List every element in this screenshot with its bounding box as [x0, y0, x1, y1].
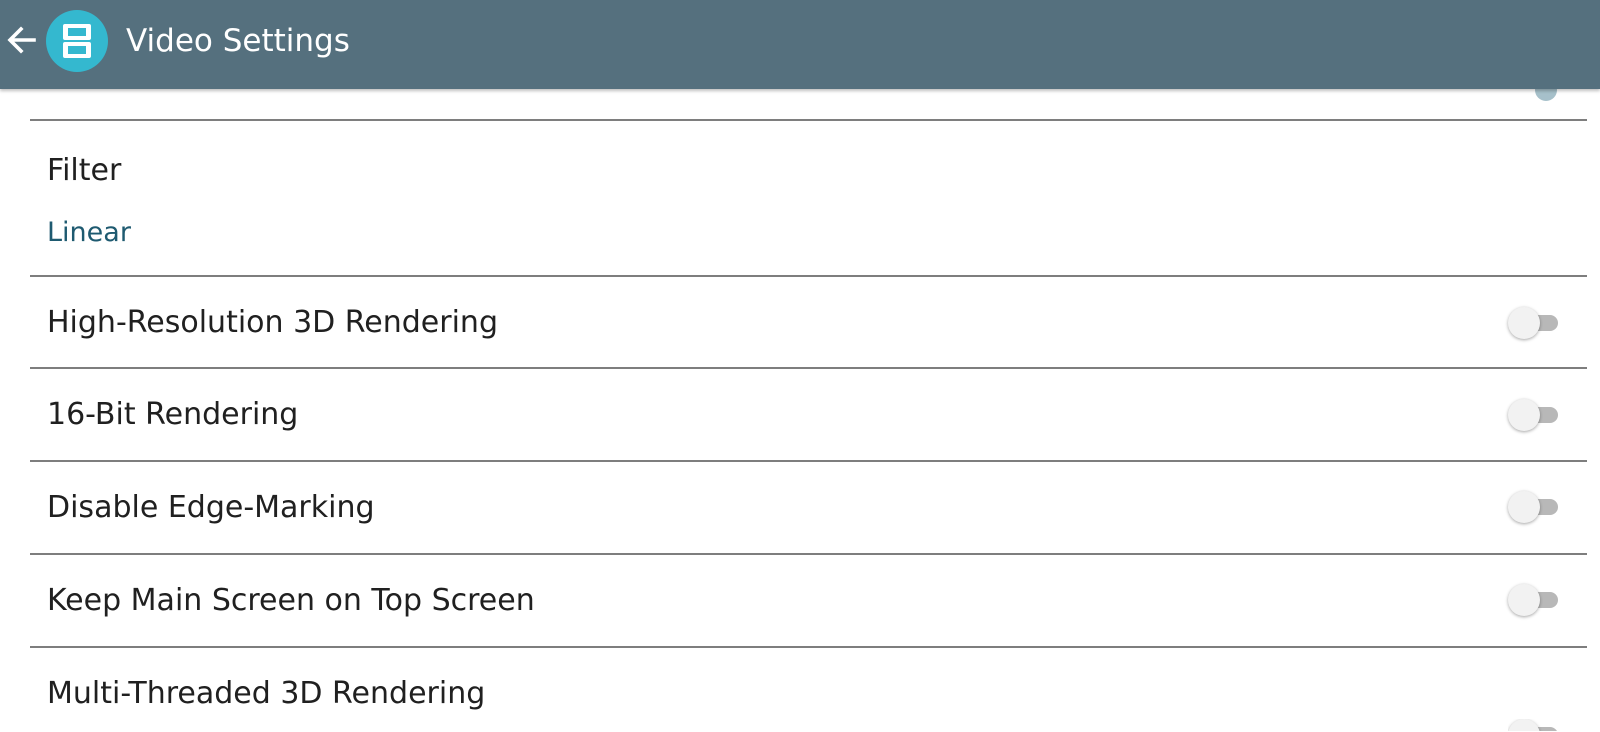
setting-filter[interactable]: Filter Linear	[0, 121, 1600, 275]
setting-high-resolution-3d-rendering-title: High-Resolution 3D Rendering	[47, 305, 498, 340]
switch-thumb	[1508, 399, 1540, 431]
setting-filter-title: Filter	[47, 153, 122, 188]
keep-main-screen-on-top-screen-switch[interactable]	[1508, 584, 1562, 616]
setting-disable-edge-marking-title: Disable Edge-Marking	[47, 490, 375, 525]
multi-threaded-3d-rendering-switch[interactable]	[1508, 719, 1562, 731]
setting-filter-value: Linear	[47, 217, 131, 248]
arrow-left-icon	[7, 26, 36, 54]
16-bit-rendering-switch[interactable]	[1508, 399, 1562, 431]
high-resolution-3d-rendering-switch[interactable]	[1508, 307, 1562, 339]
setting-multi-threaded-3d-rendering-title: Multi-Threaded 3D Rendering	[47, 676, 486, 711]
page-title: Video Settings	[126, 23, 350, 59]
setting-keep-main-screen-on-top-screen-title: Keep Main Screen on Top Screen	[47, 583, 535, 618]
setting-disable-edge-marking[interactable]: Disable Edge-Marking	[0, 462, 1600, 553]
setting-multi-threaded-3d-rendering[interactable]: Multi-Threaded 3D Rendering	[0, 648, 1600, 732]
setting-keep-main-screen-on-top-screen[interactable]: Keep Main Screen on Top Screen	[0, 555, 1600, 646]
video-settings-screen: Video Settings Filter Linear High-Resolu…	[0, 0, 1600, 732]
setting-high-resolution-3d-rendering[interactable]: High-Resolution 3D Rendering	[0, 277, 1600, 367]
disable-edge-marking-switch[interactable]	[1508, 491, 1562, 523]
switch-thumb	[1508, 719, 1540, 731]
back-button[interactable]	[2, 18, 42, 62]
switch-thumb	[1508, 491, 1540, 523]
setting-16-bit-rendering[interactable]: 16-Bit Rendering	[0, 369, 1600, 460]
switch-thumb	[1508, 584, 1540, 616]
setting-16-bit-rendering-title: 16-Bit Rendering	[47, 397, 299, 432]
switch-thumb	[1508, 307, 1540, 339]
app-logo	[46, 10, 108, 72]
app-bar: Video Settings	[0, 0, 1600, 89]
settings-list: Filter Linear High-Resolution 3D Renderi…	[0, 79, 1600, 732]
nintendo-ds-icon	[63, 24, 91, 58]
